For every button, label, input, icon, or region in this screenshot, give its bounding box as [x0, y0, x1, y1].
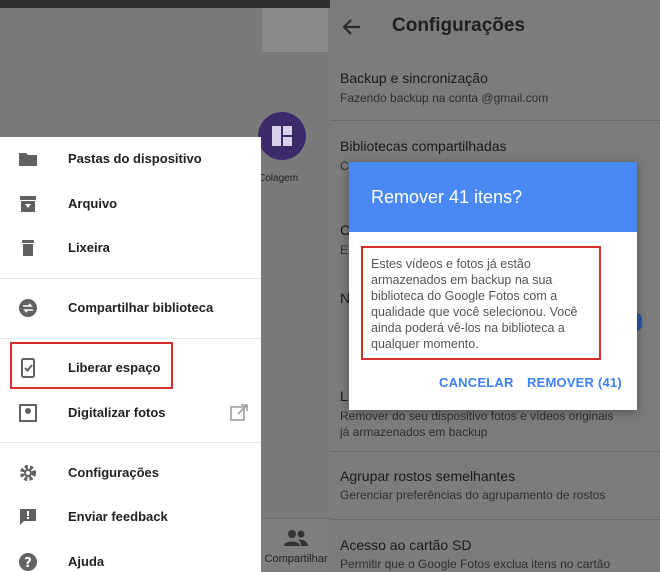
share-library-icon [19, 299, 37, 317]
scan-photos-icon [19, 404, 37, 422]
settings-row-backup-subtitle: Fazendo backup na conta @gmail.com [340, 91, 549, 105]
dialog-header: Remover 41 itens? [349, 162, 637, 232]
drawer-item-label: Compartilhar biblioteca [68, 300, 214, 315]
drawer-item-label: Lixeira [68, 240, 110, 255]
page-title: Configurações [392, 15, 526, 36]
settings-row-free-space-subtitle: Remover do seu dispositivo fotos e vídeo… [340, 409, 614, 423]
drawer-item-device-folders[interactable]: Pastas do dispositivo [0, 137, 261, 181]
drawer-divider [0, 442, 261, 443]
status-bar [0, 0, 330, 8]
settings-row-sd-card-subtitle: Permitir que o Google Fotos exclua itens… [340, 557, 611, 571]
settings-row-free-space-title[interactable]: L [340, 388, 348, 404]
people-icon [284, 530, 308, 546]
remove-items-dialog: Remover 41 itens? Estes vídeos e fotos j… [349, 162, 637, 410]
gear-icon [20, 465, 36, 481]
drawer-item-label: Configurações [68, 465, 160, 480]
bottom-nav-sharing[interactable]: Compartilhar [262, 518, 330, 572]
drawer-divider [0, 338, 261, 339]
collage-button[interactable] [258, 112, 306, 160]
settings-row-face-grouping-subtitle: Gerenciar preferências do agrupamento de… [340, 488, 606, 502]
folder-icon [19, 153, 37, 166]
settings-row-free-space-subtitle-2: já armazenados em backup [340, 425, 488, 439]
bottom-nav-label: Compartilhar [264, 553, 328, 565]
archive-icon [20, 196, 36, 212]
settings-row-sd-card-title[interactable]: Acesso ao cartão SD [340, 537, 472, 553]
settings-divider [330, 120, 660, 121]
drawer-item-help[interactable]: ? Ajuda [0, 540, 261, 572]
search-bar[interactable] [262, 8, 328, 52]
drawer-item-trash[interactable]: Lixeira [0, 226, 261, 270]
drawer-item-settings[interactable]: Configurações [0, 451, 261, 495]
drawer-item-label: Enviar feedback [68, 509, 168, 524]
trash-icon [22, 240, 34, 256]
settings-divider [330, 451, 660, 452]
drawer-item-label: Digitalizar fotos [68, 405, 166, 420]
settings-top-bar: Configurações [330, 0, 660, 56]
drawer-divider [0, 278, 261, 279]
settings-row-shared-libraries-subtitle: C [340, 159, 349, 173]
collage-icon [272, 126, 292, 146]
photos-main-screen: Colagem Compartilhar Pastas do dispositi… [0, 0, 330, 572]
drawer-item-send-feedback[interactable]: Enviar feedback [0, 495, 261, 539]
settings-row-face-grouping-title[interactable]: Agrupar rostos semelhantes [340, 468, 515, 484]
svg-text:?: ? [24, 556, 32, 571]
collage-label: Colagem [258, 173, 299, 184]
help-icon: ? [19, 553, 37, 571]
dialog-message: Estes vídeos e fotos já estão armazenado… [371, 257, 578, 351]
drawer-item-archive[interactable]: Arquivo [0, 182, 261, 226]
cancel-button[interactable]: CANCELAR [439, 375, 514, 390]
drawer-item-label: Pastas do dispositivo [68, 151, 202, 166]
feedback-icon [20, 509, 36, 525]
remove-button[interactable]: REMOVER (41) [527, 375, 622, 390]
settings-row-3-subtitle: E [340, 243, 349, 257]
open-external-icon[interactable] [230, 404, 248, 422]
settings-divider [330, 519, 660, 520]
dialog-title: Remover 41 itens? [371, 187, 523, 207]
drawer-item-label: Arquivo [68, 196, 118, 211]
drawer-item-label: Ajuda [68, 554, 105, 569]
settings-row-backup-title[interactable]: Backup e sincronização [340, 70, 488, 86]
highlight-free-space [10, 342, 173, 389]
drawer-item-share-library[interactable]: Compartilhar biblioteca [0, 286, 261, 330]
drawer-item-scan-photos[interactable]: Digitalizar fotos [0, 391, 261, 435]
back-arrow-icon[interactable] [342, 17, 362, 37]
settings-row-shared-libraries-title[interactable]: Bibliotecas compartilhadas [340, 138, 507, 154]
